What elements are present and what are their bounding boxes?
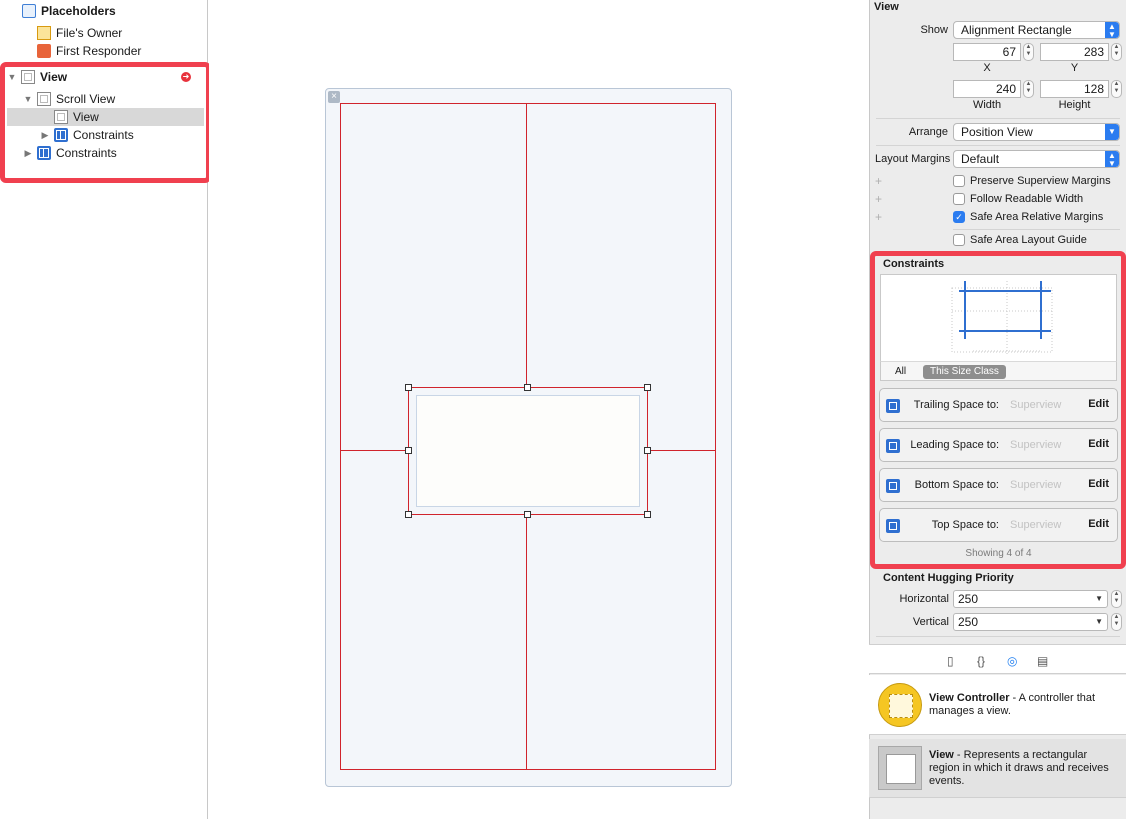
horizontal-priority-combo[interactable]: 250 ▼ (953, 590, 1108, 608)
resize-handle-tr[interactable] (644, 384, 651, 391)
vertical-label: Vertical (912, 616, 949, 628)
horizontal-priority-stepper[interactable]: ▲ ▼ (1111, 590, 1122, 608)
view-description: View - Represents a rectangular region i… (929, 749, 1119, 788)
x-stepper[interactable]: ▲ ▼ (1023, 43, 1034, 61)
vertical-priority-stepper[interactable]: ▲ ▼ (1111, 613, 1122, 631)
first-responder-label: First Responder (56, 44, 142, 58)
placeholders-label: Placeholders (41, 4, 116, 18)
first-responder-icon (37, 44, 51, 58)
plus-icon[interactable]: + (875, 174, 882, 188)
vertical-priority-combo[interactable]: 250 ▼ (953, 613, 1108, 631)
leading-constraint-line[interactable] (341, 450, 408, 451)
safe-area-margins-checkbox[interactable]: ✓ (953, 211, 965, 223)
y-stepper[interactable]: ▲ ▼ (1111, 43, 1122, 61)
x-field[interactable]: 67 (953, 43, 1021, 61)
layout-margins-label: Layout Margins (875, 153, 951, 165)
resize-handle-l[interactable] (405, 447, 412, 454)
bottom-constraint-line[interactable] (526, 514, 527, 769)
library-tab-strip: ▯ {} ◎ ▤ (869, 644, 1126, 674)
y-caption: Y (1070, 62, 1079, 74)
resize-handle-b[interactable] (524, 511, 531, 518)
height-field[interactable]: 128 (1040, 80, 1109, 98)
view-controller-description: View Controller - A controller that mana… (929, 692, 1119, 718)
scrollview-left-edge (340, 103, 341, 770)
trailing-constraint-line[interactable] (648, 450, 715, 451)
layout-margins-value: Default (961, 152, 1000, 166)
resize-handle-br[interactable] (644, 511, 651, 518)
dropdown-arrow-icon: ▼ (1095, 594, 1103, 603)
constraints-highlight (870, 251, 1126, 569)
vertical-priority-value: 250 (958, 615, 979, 629)
separator (953, 229, 1120, 230)
follow-readable-checkbox[interactable] (953, 193, 965, 205)
content-view-inner (416, 395, 640, 507)
arrange-label: Arrange (908, 126, 948, 138)
layout-margins-popup[interactable]: Default ▲ ▼ (953, 150, 1120, 168)
show-popup[interactable]: Alignment Rectangle ▲ ▼ (953, 21, 1120, 39)
width-stepper[interactable]: ▲ ▼ (1023, 80, 1034, 98)
view-desc: - Represents a rectangular region in whi… (929, 749, 1109, 787)
outline-highlight (0, 62, 211, 183)
height-stepper[interactable]: ▲ ▼ (1111, 80, 1122, 98)
popup-arrows-icon: ▲ ▼ (1105, 151, 1119, 167)
scrollview-top-edge (340, 103, 716, 104)
view-library-icon (878, 746, 922, 790)
arrange-popup[interactable]: Position View ▼ (953, 123, 1120, 141)
outline-placeholders[interactable]: Placeholders (22, 2, 116, 20)
plus-icon[interactable]: + (875, 210, 882, 224)
safe-area-margins-label: Safe Area Relative Margins (970, 211, 1104, 223)
resize-handle-tl[interactable] (405, 384, 412, 391)
view-title: View (929, 749, 954, 761)
plus-icon[interactable]: + (875, 192, 882, 206)
show-label: Show (920, 24, 948, 36)
scrollview-bottom-edge (340, 769, 716, 770)
view-controller-title: View Controller (929, 692, 1010, 704)
object-library-icon[interactable]: ◎ (1007, 654, 1017, 668)
width-field[interactable]: 240 (953, 80, 1021, 98)
scrollview-right-edge (715, 103, 716, 770)
media-library-icon[interactable]: ▤ (1037, 654, 1048, 668)
view-section-title: View (874, 1, 899, 13)
separator (876, 145, 1120, 146)
file-template-icon[interactable]: ▯ (947, 654, 954, 668)
top-constraint-line[interactable] (526, 104, 527, 387)
resize-handle-t[interactable] (524, 384, 531, 391)
arrange-popup-value: Position View (961, 125, 1033, 139)
view-controller-icon (878, 683, 922, 727)
hugging-section-title: Content Hugging Priority (883, 572, 1014, 584)
width-caption: Width (972, 99, 1002, 111)
close-scene-icon[interactable]: × (328, 91, 340, 103)
horizontal-label: Horizontal (899, 593, 949, 605)
safe-area-guide-label: Safe Area Layout Guide (970, 234, 1087, 246)
preserve-margins-checkbox[interactable] (953, 175, 965, 187)
horizontal-priority-value: 250 (958, 592, 979, 606)
separator (876, 636, 1120, 637)
follow-readable-label: Follow Readable Width (970, 193, 1084, 205)
outline-files-owner[interactable]: File's Owner (37, 24, 122, 42)
outline-first-responder[interactable]: First Responder (37, 42, 141, 60)
preserve-margins-label: Preserve Superview Margins (970, 175, 1111, 187)
dropdown-arrow-icon: ▼ (1095, 617, 1103, 626)
show-popup-value: Alignment Rectangle (961, 23, 1072, 37)
resize-handle-r[interactable] (644, 447, 651, 454)
y-field[interactable]: 283 (1040, 43, 1109, 61)
x-caption: X (983, 62, 991, 74)
popup-arrow-icon: ▼ (1105, 124, 1119, 140)
resize-handle-bl[interactable] (405, 511, 412, 518)
code-snippet-icon[interactable]: {} (977, 654, 985, 668)
popup-arrows-icon: ▲ ▼ (1105, 22, 1119, 38)
separator (876, 118, 1120, 119)
files-owner-icon (37, 26, 51, 40)
cube-icon (22, 4, 36, 18)
safe-area-guide-checkbox[interactable] (953, 234, 965, 246)
height-caption: Height (1058, 99, 1091, 111)
files-owner-label: File's Owner (56, 26, 123, 40)
